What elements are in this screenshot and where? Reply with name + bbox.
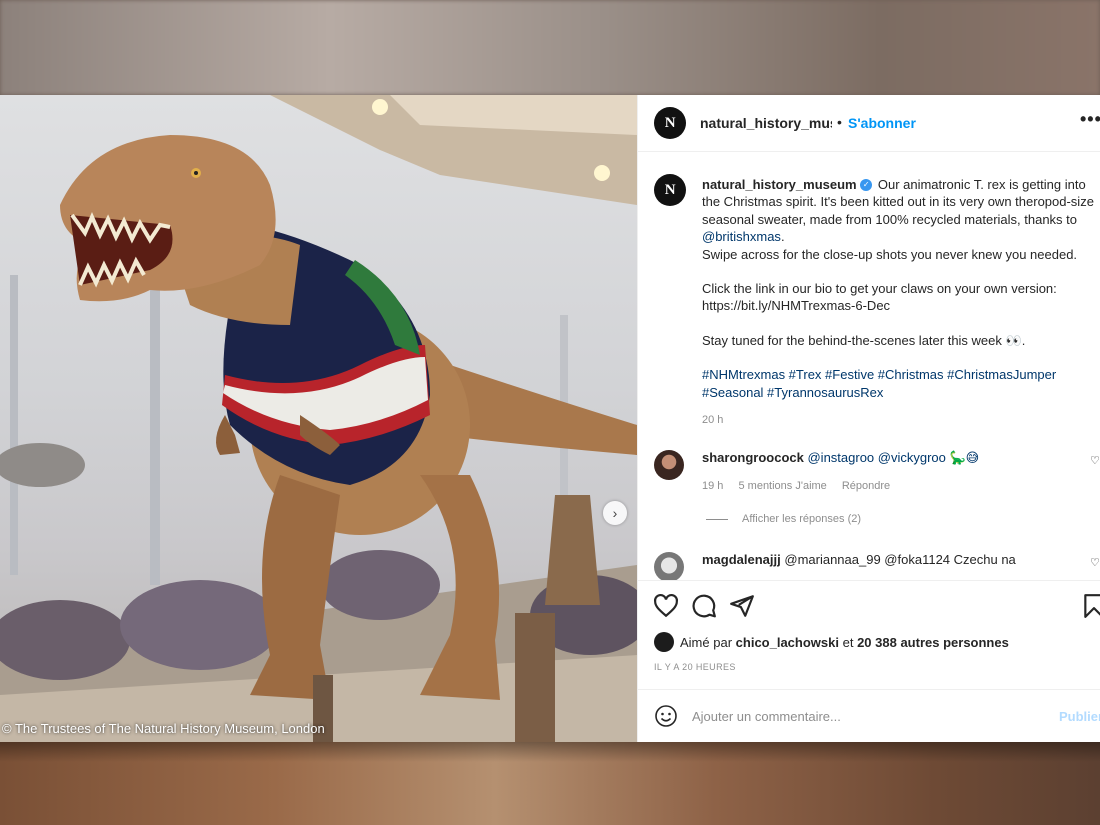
heart-icon[interactable]: ♡ [1090, 556, 1100, 569]
follow-button[interactable]: S'abonner [848, 115, 916, 131]
avatar-initial: N [664, 181, 676, 198]
emoji-icon[interactable] [654, 704, 678, 728]
comment-meta: 19 h 5 mentions J'aime Répondre [702, 480, 902, 492]
likes-prefix: Aimé par [680, 634, 733, 650]
comment-input[interactable]: Ajouter un commentaire... [692, 709, 841, 724]
reply-button[interactable]: Répondre [842, 480, 890, 492]
comments-scroll[interactable]: N natural_history_museum ✓ Our animatron… [638, 152, 1100, 580]
heart-icon[interactable]: ♡ [1090, 454, 1100, 467]
verified-icon: ✓ [860, 178, 873, 191]
photo-credit: © The Trustees of The Natural History Mu… [2, 721, 325, 736]
likes-user[interactable]: chico_lachowski [736, 635, 839, 650]
likes-summary[interactable]: Aimé par chico_lachowski et 20 388 autre… [654, 632, 1009, 652]
comment-text: sharongroocock @instagroo @vickygroo 🦕😅 [702, 450, 979, 466]
caption-period: . [780, 229, 785, 245]
caption-text-3: Click the link in our bio to get your cl… [702, 281, 1057, 297]
caption-url: https://bit.ly/NHMTrexmas-6-Dec [702, 298, 891, 314]
comment-username[interactable]: magdalenajjj [702, 552, 781, 567]
post-side-panel: N natural_history_museum • S'abonner •••… [637, 95, 1100, 742]
comment-text: magdalenajjj @mariannaa_99 @foka1124 Cze… [702, 552, 1016, 567]
post-photo[interactable]: © The Trustees of The Natural History Mu… [0, 95, 637, 742]
more-options-icon[interactable]: ••• [1080, 109, 1100, 130]
post-timestamp: IL Y A 20 HEURES [654, 662, 736, 672]
view-replies-button[interactable]: Afficher les réponses (2) [706, 513, 861, 525]
comment-time: 19 h [702, 480, 724, 492]
comment-composer: Ajouter un commentaire... Publier [638, 689, 1100, 743]
comment-icon[interactable] [691, 593, 717, 619]
caption-time: 20 h [702, 414, 724, 426]
caption-text-2: Swipe across for the close-up shots you … [702, 246, 1078, 262]
comment-body: @instagroo @vickygroo 🦕😅 [807, 450, 980, 465]
avatar[interactable] [654, 552, 684, 580]
caption-hashtags[interactable]: #NHMtrexmas #Trex #Festive #Christmas #C… [702, 366, 1094, 401]
caption-mention[interactable]: @britishxmas [702, 229, 781, 244]
publish-button[interactable]: Publier [1059, 709, 1100, 724]
likes-middle: et [842, 634, 854, 650]
view-replies-label: Afficher les réponses (2) [742, 513, 862, 525]
separator-dot: • [837, 114, 842, 130]
background-top [0, 0, 1100, 95]
post-header: N natural_history_museum • S'abonner ••• [638, 95, 1100, 152]
comment-username[interactable]: sharongroocock [702, 450, 804, 465]
likes-count[interactable]: 20 388 autres personnes [857, 635, 1009, 650]
caption-text-4: Stay tuned for the behind-the-scenes lat… [702, 332, 1026, 348]
comment-body: @mariannaa_99 @foka1124 Czechu na [784, 552, 1016, 567]
comment-likes[interactable]: 5 mentions J'aime [738, 480, 826, 492]
bookmark-icon[interactable] [1081, 593, 1100, 619]
chevron-right-icon[interactable]: › [603, 501, 627, 525]
post-caption: natural_history_museum ✓ Our animatronic… [702, 176, 1094, 401]
avatar[interactable] [654, 450, 684, 480]
avatar[interactable]: N [654, 107, 686, 139]
share-icon[interactable] [729, 593, 755, 619]
background-bottom [0, 742, 1100, 825]
header-username[interactable]: natural_history_museum [700, 115, 832, 131]
avatar-initial: N [664, 114, 676, 131]
trex-illustration [0, 95, 637, 742]
caption-avatar[interactable]: N [654, 174, 686, 206]
replies-line [706, 518, 728, 520]
heart-icon[interactable] [653, 593, 679, 619]
caption-username[interactable]: natural_history_museum [702, 177, 857, 192]
avatar [654, 632, 674, 652]
